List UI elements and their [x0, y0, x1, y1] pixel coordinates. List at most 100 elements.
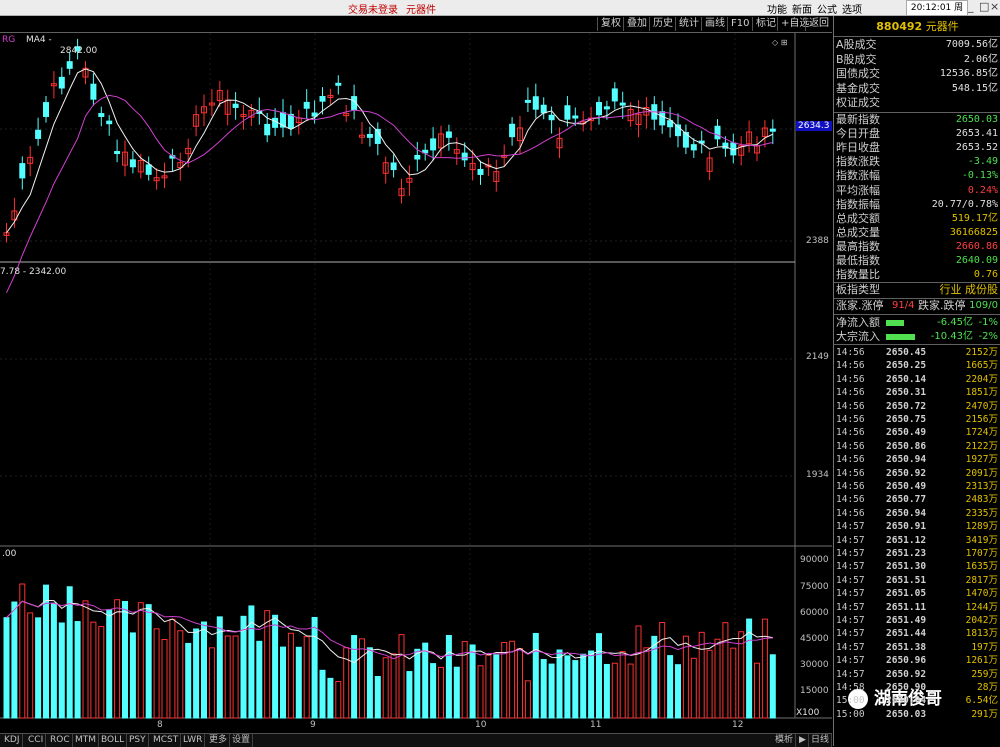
tick-volume: 2091万: [965, 467, 998, 479]
volume-bar: [177, 630, 184, 719]
date-label: 11: [590, 720, 602, 730]
template-button[interactable]: 模析: [773, 734, 797, 747]
updown-row: 涨家.涨停 91/4 跌家.跌停 109/0: [834, 299, 1000, 313]
candle-body: [272, 117, 279, 128]
menu-function[interactable]: 功能: [767, 1, 787, 16]
type-row: 板指类型 行业 成份股: [834, 283, 1000, 297]
tab-mtm[interactable]: MTM: [73, 734, 100, 747]
chart-settings-icon[interactable]: ◇ ⊞: [772, 38, 787, 47]
tick-volume: 1289万: [965, 521, 998, 533]
overlay-button[interactable]: 叠加: [623, 17, 650, 31]
tick-price: 2651.23: [886, 548, 927, 559]
candle-body: [445, 131, 452, 138]
tick-row: 14:56 2650.31 1851万: [834, 386, 1000, 399]
candle-body: [461, 152, 468, 161]
volume-bar: [327, 677, 334, 719]
volume-bar: [240, 615, 247, 719]
play-icon[interactable]: ▶: [797, 734, 809, 747]
chart-canvas[interactable]: [0, 33, 832, 733]
clock-time: 20:12:01: [910, 3, 952, 13]
tick-time: 14:57: [836, 601, 865, 613]
tab-roc[interactable]: ROC: [48, 734, 73, 747]
volume-bar: [153, 628, 160, 719]
tab-mcst[interactable]: MCST: [151, 734, 182, 747]
tab-cci[interactable]: CCI: [26, 734, 47, 747]
price-tag: 2634.3: [796, 121, 832, 131]
volume-bar: [690, 657, 697, 719]
volume-label: .00: [2, 549, 17, 559]
candle-body: [524, 99, 531, 103]
tab-psy[interactable]: PSY: [127, 734, 149, 747]
index-stat-label: 总成交额: [836, 211, 880, 225]
stat-value: 2.06亿: [963, 53, 998, 65]
minimize-icon[interactable]: _: [968, 0, 974, 13]
indicator-tabs: KDJ CCI ROC MTM BOLL PSY MCST LWR 更多 设置 …: [0, 733, 832, 747]
history-button[interactable]: 历史: [649, 17, 676, 31]
tick-volume: 1724万: [965, 427, 998, 439]
tick-price: 2651.05: [886, 588, 927, 600]
volume-tick: 30000: [800, 660, 829, 670]
menu-options[interactable]: 选项: [842, 1, 862, 16]
menu-new-page[interactable]: 新面: [792, 1, 812, 16]
tick-price: 2650.31: [886, 387, 927, 399]
candle-body: [414, 154, 421, 160]
index-stat-row: 平均涨幅 0.24%: [834, 184, 1000, 198]
tick-volume: 2122万: [965, 440, 998, 452]
tab-more[interactable]: 更多: [207, 734, 231, 747]
stat-label: A股成交: [836, 38, 877, 51]
stat-label: 权证成交: [836, 96, 880, 110]
tab-lwr[interactable]: LWR: [181, 734, 206, 747]
tick-volume: 2470万: [965, 400, 998, 412]
stat-label: 国债成交: [836, 67, 880, 81]
tab-settings[interactable]: 设置: [230, 734, 254, 747]
f10-button[interactable]: F10: [727, 17, 752, 31]
tick-price: 2650.92: [886, 668, 927, 680]
back-button[interactable]: 返回: [805, 17, 832, 31]
candle-body: [366, 134, 373, 138]
indicator-prefix: RG: [2, 35, 16, 45]
mark-button[interactable]: 标记: [752, 17, 779, 31]
tick-row: 14:57 2650.91 1289万: [834, 520, 1000, 533]
candle-body: [596, 102, 602, 116]
index-stat-value: 519.17亿: [951, 212, 998, 224]
volume-bar: [714, 638, 721, 719]
date-label: 12: [732, 720, 744, 730]
statistics-button[interactable]: 统计: [675, 17, 702, 31]
tab-kdj[interactable]: KDJ: [2, 734, 23, 747]
close-icon[interactable]: ×: [990, 0, 999, 13]
kline-chart[interactable]: RG MA4 - 2842.00 7.78 - 2342.00 2634.3 2…: [0, 33, 832, 733]
type-value[interactable]: 行业 成份股: [940, 283, 999, 297]
tick-time: 14:57: [836, 668, 865, 680]
candle-body: [564, 105, 571, 120]
tick-volume: 1470万: [965, 588, 998, 600]
restore-rights-button[interactable]: 复权: [597, 17, 624, 31]
tick-time: 14:56: [836, 373, 865, 385]
maximize-icon[interactable]: □: [979, 0, 989, 13]
candle-body: [319, 95, 326, 102]
tick-price: 2651.30: [886, 561, 927, 573]
menu-formula[interactable]: 公式: [817, 1, 837, 16]
tick-price: 2650.72: [886, 400, 927, 412]
tick-price: 2650.94: [886, 507, 927, 519]
volume-bar: [517, 648, 523, 719]
volume-unit: X100: [796, 708, 820, 718]
tick-price: 2651.44: [886, 628, 927, 640]
index-stat-label: 今日开盘: [836, 127, 880, 141]
volume-bar: [524, 680, 531, 719]
draw-line-button[interactable]: 画线: [701, 17, 728, 31]
flow-value: -10.43亿: [930, 331, 973, 342]
volume-bar: [675, 664, 681, 719]
period-button[interactable]: 日线: [809, 734, 832, 747]
tick-time: 14:57: [836, 628, 865, 640]
index-stat-value: 2653.41: [955, 128, 998, 140]
tab-boll[interactable]: BOLL: [99, 734, 128, 747]
volume-bar: [27, 612, 34, 719]
tick-volume: 1707万: [965, 548, 998, 559]
tick-price: 2650.25: [886, 360, 927, 372]
volume-bar: [619, 651, 626, 719]
tick-row: 14:58 2650.90 28万: [834, 681, 1000, 694]
volume-bar: [3, 617, 10, 719]
volume-bar: [406, 671, 413, 719]
volume-bar: [98, 626, 105, 719]
tick-volume: 6.54亿: [965, 695, 998, 707]
